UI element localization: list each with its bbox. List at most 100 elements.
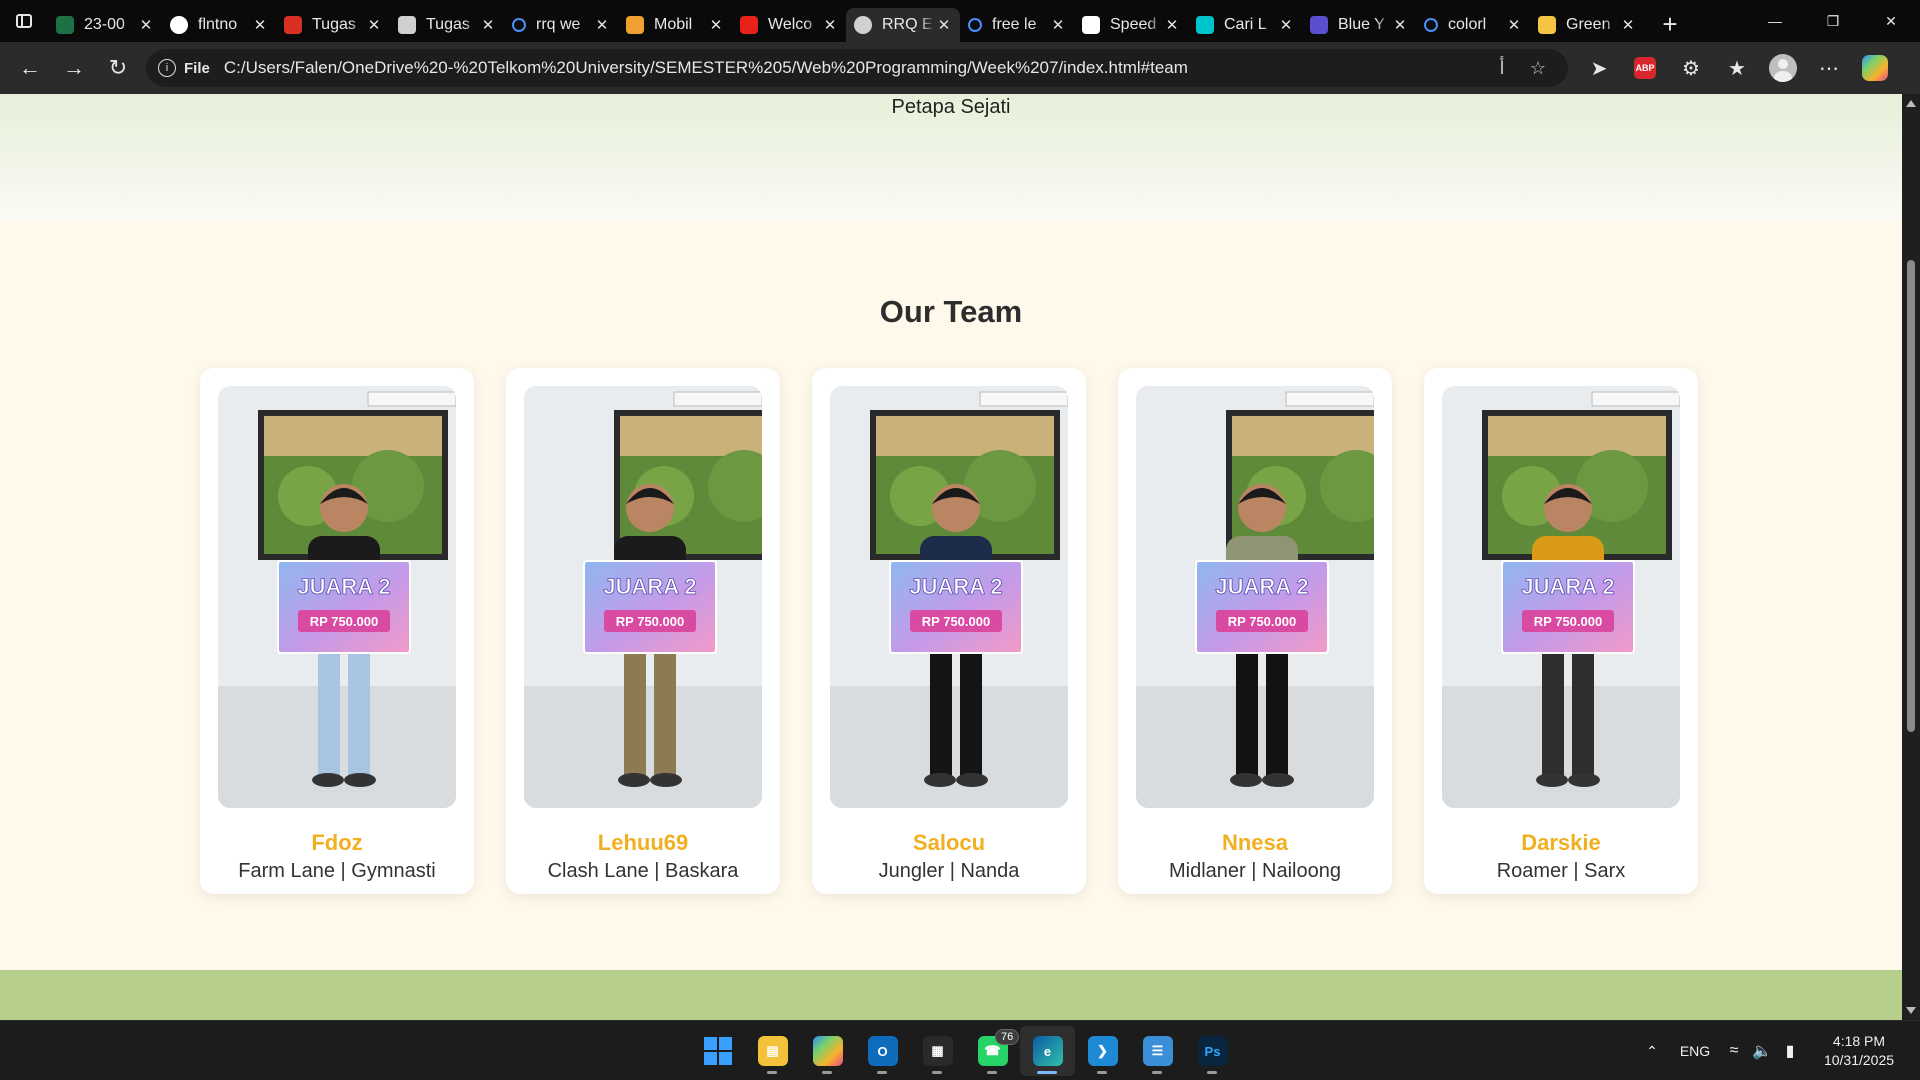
member-photo: JUARA 2 RP 750.000	[524, 386, 762, 808]
taskbar-whatsapp[interactable]: ☎ 76	[965, 1026, 1020, 1076]
windows-taskbar: ▤ O ▦ ☎ 76 e ❯ ☰ Ps ⌃ ENG ≈ 🔈 ▮ 4:18 PM 10/31/20…	[0, 1020, 1920, 1080]
address-bar[interactable]: i File C:/Users/Falen/OneDrive%20-%20Tel…	[146, 49, 1568, 87]
forms-icon	[56, 16, 74, 34]
search-icon	[1424, 18, 1438, 32]
close-tab-icon[interactable]: ✕	[138, 16, 154, 34]
close-tab-icon[interactable]: ✕	[252, 16, 268, 34]
browser-tab[interactable]: Green ✕	[1530, 8, 1644, 42]
volume-icon[interactable]: 🔈	[1748, 1041, 1776, 1061]
tab-title: Welco	[768, 16, 813, 33]
close-tab-icon[interactable]: ✕	[1620, 16, 1636, 34]
tab-title: Tugas	[426, 16, 470, 33]
running-indicator	[822, 1071, 832, 1074]
browser-tab[interactable]: 23-00 ✕	[48, 8, 162, 42]
running-indicator	[767, 1071, 777, 1074]
wifi-icon[interactable]: ≈	[1720, 1042, 1748, 1060]
browser-tab[interactable]: RRQ E ✕	[846, 8, 960, 42]
new-tab-button[interactable]: +	[1652, 7, 1688, 41]
taskbar-microsoft-store[interactable]: ▦	[910, 1026, 965, 1076]
browser-tab[interactable]: Welco ✕	[732, 8, 846, 42]
refresh-button[interactable]: ↻	[96, 48, 140, 88]
close-tab-icon[interactable]: ✕	[1164, 16, 1180, 34]
adblock-plus-icon[interactable]: ABP	[1622, 48, 1668, 88]
tab-title: 23-00	[84, 16, 125, 33]
restore-button[interactable]: ❐	[1804, 0, 1862, 42]
svg-text:JUARA 2: JUARA 2	[297, 574, 390, 599]
tab-title: Green	[1566, 16, 1611, 33]
taskbar-photoshop[interactable]: Ps	[1185, 1026, 1240, 1076]
member-name: Nnesa	[1221, 830, 1289, 855]
close-tab-icon[interactable]: ✕	[1506, 16, 1522, 34]
browser-tab[interactable]: flntno ✕	[162, 8, 276, 42]
battery-icon[interactable]: ▮	[1776, 1041, 1804, 1061]
forward-button[interactable]: →	[52, 48, 96, 88]
browser-tab[interactable]: rrq we ✕	[504, 8, 618, 42]
browser-tab[interactable]: free le ✕	[960, 8, 1074, 42]
close-tab-icon[interactable]: ✕	[1050, 16, 1066, 34]
member-role: Midlaner | Nailoong	[1169, 860, 1341, 882]
page-scrollbar[interactable]	[1902, 94, 1920, 1020]
favorites-icon[interactable]: ★	[1714, 48, 1760, 88]
close-tab-icon[interactable]: ✕	[480, 16, 496, 34]
chatgpt-icon	[398, 16, 416, 34]
tab-title: Cari L	[1224, 16, 1267, 33]
tab-title: Blue Y	[1338, 16, 1385, 33]
taskbar-copilot-app[interactable]	[800, 1026, 855, 1076]
member-role: Farm Lane | Gymnasti	[238, 860, 436, 882]
browser-tab[interactable]: Tugas ✕	[390, 8, 504, 42]
favorite-star-icon[interactable]: ☆	[1520, 58, 1556, 79]
windows-logo-icon	[703, 1037, 732, 1065]
taskbar-vscode[interactable]: ❯	[1075, 1026, 1130, 1076]
copilot-icon[interactable]	[1852, 48, 1898, 88]
close-tab-icon[interactable]: ✕	[1278, 16, 1294, 34]
back-button[interactable]: ←	[8, 48, 52, 88]
member-role: Jungler | Nanda	[878, 860, 1020, 882]
scroll-thumb[interactable]	[1907, 260, 1915, 732]
close-tab-icon[interactable]: ✕	[594, 16, 610, 34]
extensions-icon[interactable]: ⚙	[1668, 48, 1714, 88]
taskbar-notepad[interactable]: ☰	[1130, 1026, 1185, 1076]
language-indicator[interactable]: ENG	[1670, 1043, 1720, 1059]
tab-title: free le	[992, 16, 1037, 33]
svg-text:JUARA 2: JUARA 2	[603, 574, 696, 599]
notepad-icon: ☰	[1142, 1036, 1173, 1066]
show-hidden-icons-icon[interactable]: ⌃	[1634, 1043, 1670, 1060]
svg-text:RP 750.000: RP 750.000	[1228, 614, 1296, 629]
browser-tab[interactable]: Blue Y ✕	[1302, 8, 1416, 42]
browser-tab[interactable]: Cari L ✕	[1188, 8, 1302, 42]
minimize-button[interactable]: —	[1746, 0, 1804, 42]
scroll-up-arrow[interactable]	[1906, 100, 1916, 107]
taskbar-edge[interactable]: e	[1020, 1026, 1075, 1076]
clock[interactable]: 4:18 PM 10/31/2025	[1804, 1032, 1914, 1070]
running-indicator	[987, 1071, 997, 1074]
svg-text:JUARA 2: JUARA 2	[909, 574, 1002, 599]
svg-text:RP 750.000: RP 750.000	[1534, 614, 1602, 629]
tab-title: flntno	[198, 16, 238, 33]
team-card: JUARA 2 RP 750.000 Nnesa Midlaner | Nailoon…	[1118, 368, 1392, 894]
scroll-down-arrow[interactable]	[1906, 1007, 1916, 1014]
read-aloud-icon[interactable]: أ	[1484, 58, 1520, 79]
outlook-icon: O	[867, 1036, 898, 1066]
taskbar-outlook[interactable]: O	[855, 1026, 910, 1076]
browser-tab[interactable]: Tugas ✕	[276, 8, 390, 42]
browser-toolbar: ← → ↻ i File C:/Users/Falen/OneDrive%20-…	[0, 42, 1920, 94]
browser-tab[interactable]: Mobil ✕	[618, 8, 732, 42]
member-name: Darskie	[1521, 830, 1601, 855]
url-text[interactable]: C:/Users/Falen/OneDrive%20-%20Telkom%20U…	[224, 58, 1484, 78]
close-tab-icon[interactable]: ✕	[1392, 16, 1408, 34]
tab-actions-button[interactable]	[0, 0, 48, 42]
close-tab-icon[interactable]: ✕	[708, 16, 724, 34]
tab-title: RRQ E	[882, 16, 933, 33]
browser-tab[interactable]: colorl ✕	[1416, 8, 1530, 42]
site-info-icon[interactable]: i	[158, 59, 176, 77]
more-options-icon[interactable]: ⋯	[1806, 48, 1852, 88]
taskbar-file-explorer[interactable]: ▤	[745, 1026, 800, 1076]
profile-avatar[interactable]	[1760, 48, 1806, 88]
browser-tab[interactable]: Speed ✕	[1074, 8, 1188, 42]
close-tab-icon[interactable]: ✕	[936, 16, 952, 34]
close-window-button[interactable]: ✕	[1862, 0, 1920, 42]
close-tab-icon[interactable]: ✕	[366, 16, 382, 34]
cursor-extension-icon[interactable]: ➤	[1576, 48, 1622, 88]
close-tab-icon[interactable]: ✕	[822, 16, 838, 34]
taskbar-start-button[interactable]	[690, 1026, 745, 1076]
